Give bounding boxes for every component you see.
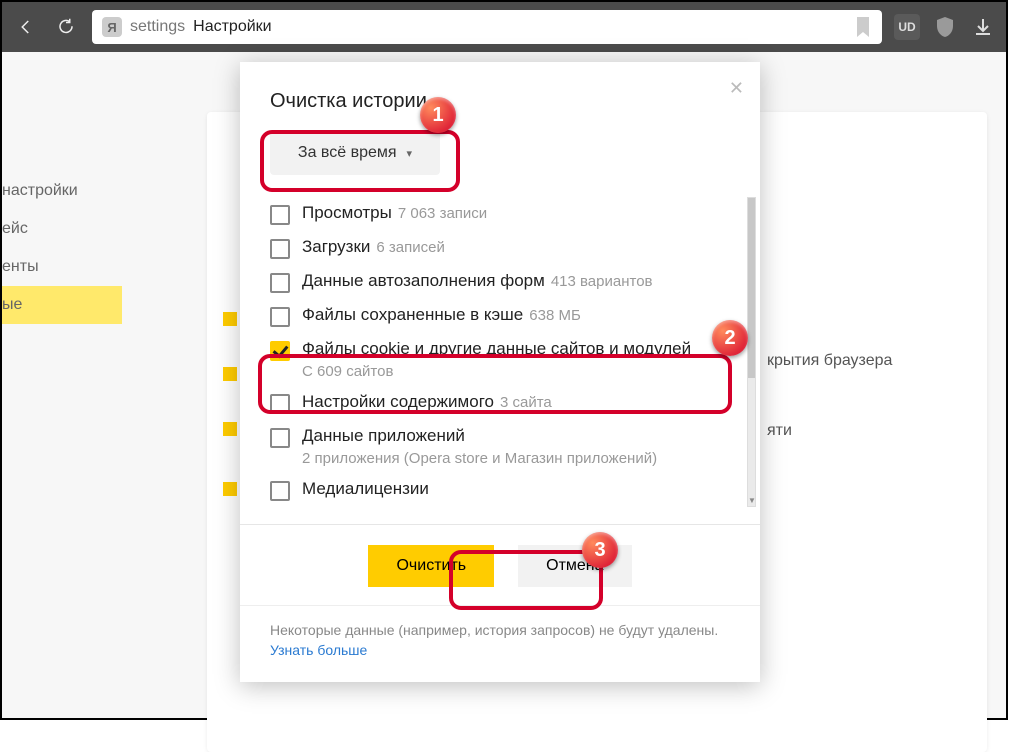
- url-segment-page: Настройки: [193, 18, 271, 36]
- option-sublabel: 638 МБ: [529, 307, 581, 324]
- time-range-label: За всё время: [298, 144, 397, 162]
- bg-text: яти: [767, 422, 792, 440]
- sidebar-item[interactable]: енты: [2, 248, 122, 286]
- option-row[interactable]: Файлы сохраненные в кэше 638 МБ: [270, 299, 736, 333]
- scrollbar[interactable]: ▲ ▼: [747, 197, 756, 507]
- option-sublabel: 3 сайта: [500, 394, 552, 411]
- site-icon: Я: [102, 17, 122, 37]
- chevron-down-icon: ▾: [407, 147, 413, 160]
- scroll-thumb[interactable]: [748, 198, 755, 378]
- option-label: Настройки содержимого: [302, 392, 494, 411]
- reload-button[interactable]: [52, 13, 80, 41]
- bg-text: крытия браузера: [767, 352, 892, 370]
- notice-text: Некоторые данные (например, история запр…: [270, 622, 718, 638]
- options-list: Просмотры 7 063 записи Загрузки 6 записей Да…: [240, 197, 760, 507]
- checkbox[interactable]: [270, 428, 290, 448]
- clear-button[interactable]: Очистить: [368, 545, 494, 587]
- protect-icon[interactable]: [932, 14, 958, 40]
- checkbox[interactable]: [270, 481, 290, 501]
- option-label: Медиалицензии: [302, 479, 429, 498]
- scroll-down-icon[interactable]: ▼: [748, 495, 755, 507]
- option-row[interactable]: Данные приложений 2 приложения (Opera sto…: [270, 420, 736, 473]
- checkbox-bg: [223, 422, 237, 436]
- badge-2: 2: [712, 320, 748, 356]
- option-sublabel: 2 приложения (Opera store и Магазин прил…: [302, 450, 736, 467]
- bookmark-icon[interactable]: [854, 16, 872, 38]
- dialog-title: Очистка истории: [270, 90, 760, 113]
- option-label: Файлы cookie и другие данные сайтов и мо…: [302, 339, 691, 358]
- option-row[interactable]: Медиалицензии: [270, 473, 736, 507]
- checkbox[interactable]: [270, 341, 290, 361]
- option-row[interactable]: Данные автозаполнения форм 413 вариантов: [270, 265, 736, 299]
- sidebar-item-active[interactable]: ые: [2, 286, 122, 324]
- option-label: Файлы сохраненные в кэше: [302, 305, 523, 324]
- checkbox[interactable]: [270, 205, 290, 225]
- option-sublabel: 6 записей: [376, 239, 444, 256]
- option-sublabel: С 609 сайтов: [302, 363, 736, 380]
- extension-ublock-icon[interactable]: UD: [894, 14, 920, 40]
- sidebar-item[interactable]: настройки: [2, 172, 122, 210]
- settings-sidebar: настройки ейс енты ые: [2, 172, 122, 324]
- checkbox[interactable]: [270, 394, 290, 414]
- checkbox-bg: [223, 312, 237, 326]
- badge-3: 3: [582, 532, 618, 568]
- address-bar[interactable]: Я settings Настройки: [92, 10, 882, 44]
- option-label: Просмотры: [302, 203, 392, 222]
- checkbox[interactable]: [270, 239, 290, 259]
- learn-more-link[interactable]: Узнать больше: [270, 642, 367, 658]
- checkbox[interactable]: [270, 307, 290, 327]
- clear-history-dialog: ✕ Очистка истории За всё время ▾ ▲ ▼ Про…: [240, 62, 760, 682]
- option-label: Данные автозаполнения форм: [302, 271, 545, 290]
- badge-1: 1: [420, 97, 456, 133]
- time-range-select[interactable]: За всё время ▾: [270, 131, 440, 175]
- option-label: Загрузки: [302, 237, 370, 256]
- option-row[interactable]: Файлы cookie и другие данные сайтов и мо…: [270, 333, 736, 386]
- url-segment-settings: settings: [130, 18, 185, 36]
- dialog-notice: Некоторые данные (например, история запр…: [240, 605, 760, 682]
- checkbox-bg: [223, 482, 237, 496]
- browser-toolbar: Я settings Настройки UD: [2, 2, 1006, 52]
- option-row[interactable]: Настройки содержимого 3 сайта: [270, 386, 736, 420]
- option-row[interactable]: Просмотры 7 063 записи: [270, 197, 736, 231]
- checkbox-bg: [223, 367, 237, 381]
- option-row[interactable]: Загрузки 6 записей: [270, 231, 736, 265]
- option-sublabel: 7 063 записи: [398, 205, 487, 222]
- close-icon[interactable]: ✕: [729, 78, 744, 99]
- checkbox[interactable]: [270, 273, 290, 293]
- option-sublabel: 413 вариантов: [551, 273, 653, 290]
- option-label: Данные приложений: [302, 426, 465, 445]
- sidebar-item[interactable]: ейс: [2, 210, 122, 248]
- downloads-icon[interactable]: [970, 14, 996, 40]
- back-button[interactable]: [12, 13, 40, 41]
